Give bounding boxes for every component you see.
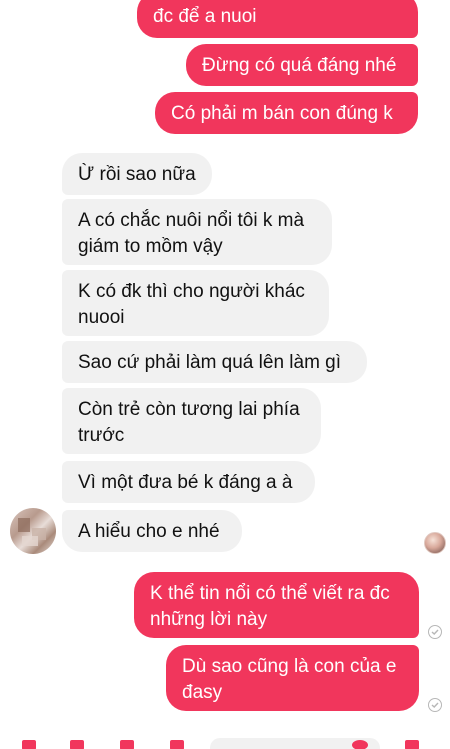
- emoji-icon[interactable]: [352, 740, 368, 749]
- message-text: Ừ rồi sao nữa: [78, 164, 196, 185]
- message-text: Có phải m bán con đúng k: [171, 103, 393, 124]
- check-circle-icon: [428, 625, 442, 639]
- more-icon[interactable]: [22, 740, 36, 749]
- message-text: Đừng có quá đáng nhé: [202, 55, 397, 76]
- received-message[interactable]: A hiểu cho e nhé: [62, 510, 242, 552]
- image-icon[interactable]: [120, 740, 134, 749]
- message-line: những lời này: [150, 609, 268, 630]
- avatar-icon[interactable]: [10, 508, 56, 554]
- received-message[interactable]: K có đk thì cho người khác nuooi: [62, 270, 329, 336]
- received-message[interactable]: A có chắc nuôi nổi tôi k mà giám to mồm …: [62, 199, 332, 265]
- received-message[interactable]: Sao cứ phải làm quá lên làm gì: [62, 341, 367, 383]
- sent-message[interactable]: đc để a nuoi: [137, 0, 418, 38]
- message-line: nuooi: [78, 307, 125, 328]
- message-line: A có chắc nuôi nổi tôi k mà: [78, 210, 305, 231]
- message-line: đasy: [182, 682, 223, 703]
- received-message[interactable]: Còn trẻ còn tương lai phía trước: [62, 388, 321, 454]
- message-line: Dù sao cũng là con của e: [182, 656, 397, 677]
- sent-message[interactable]: Dù sao cũng là con của e đasy: [166, 645, 419, 711]
- sent-message[interactable]: K thể tin nổi có thể viết ra đc những lờ…: [134, 572, 419, 638]
- message-line: giám to mồm vậy: [78, 236, 223, 257]
- message-line: K thể tin nổi có thể viết ra đc: [150, 583, 390, 604]
- camera-icon[interactable]: [70, 740, 84, 749]
- message-text: Vì một đưa bé k đáng a à: [78, 472, 293, 493]
- received-message[interactable]: Ừ rồi sao nữa: [62, 153, 212, 195]
- seen-avatar-icon: [424, 532, 446, 554]
- received-message[interactable]: Vì một đưa bé k đáng a à: [62, 461, 315, 503]
- message-text: Sao cứ phải làm quá lên làm gì: [78, 352, 342, 373]
- message-line: Còn trẻ còn tương lai phía: [78, 399, 300, 420]
- like-icon[interactable]: [405, 740, 419, 749]
- message-line: K có đk thì cho người khác: [78, 281, 305, 302]
- message-text: đc để a nuoi: [153, 6, 257, 27]
- sent-message[interactable]: Có phải m bán con đúng k: [155, 92, 418, 134]
- message-line: trước: [78, 425, 125, 446]
- check-circle-icon: [428, 698, 442, 712]
- message-text: A hiểu cho e nhé: [78, 521, 220, 542]
- sent-message[interactable]: Đừng có quá đáng nhé: [186, 44, 418, 86]
- mic-icon[interactable]: [170, 740, 184, 749]
- composer-toolbar: [0, 736, 450, 749]
